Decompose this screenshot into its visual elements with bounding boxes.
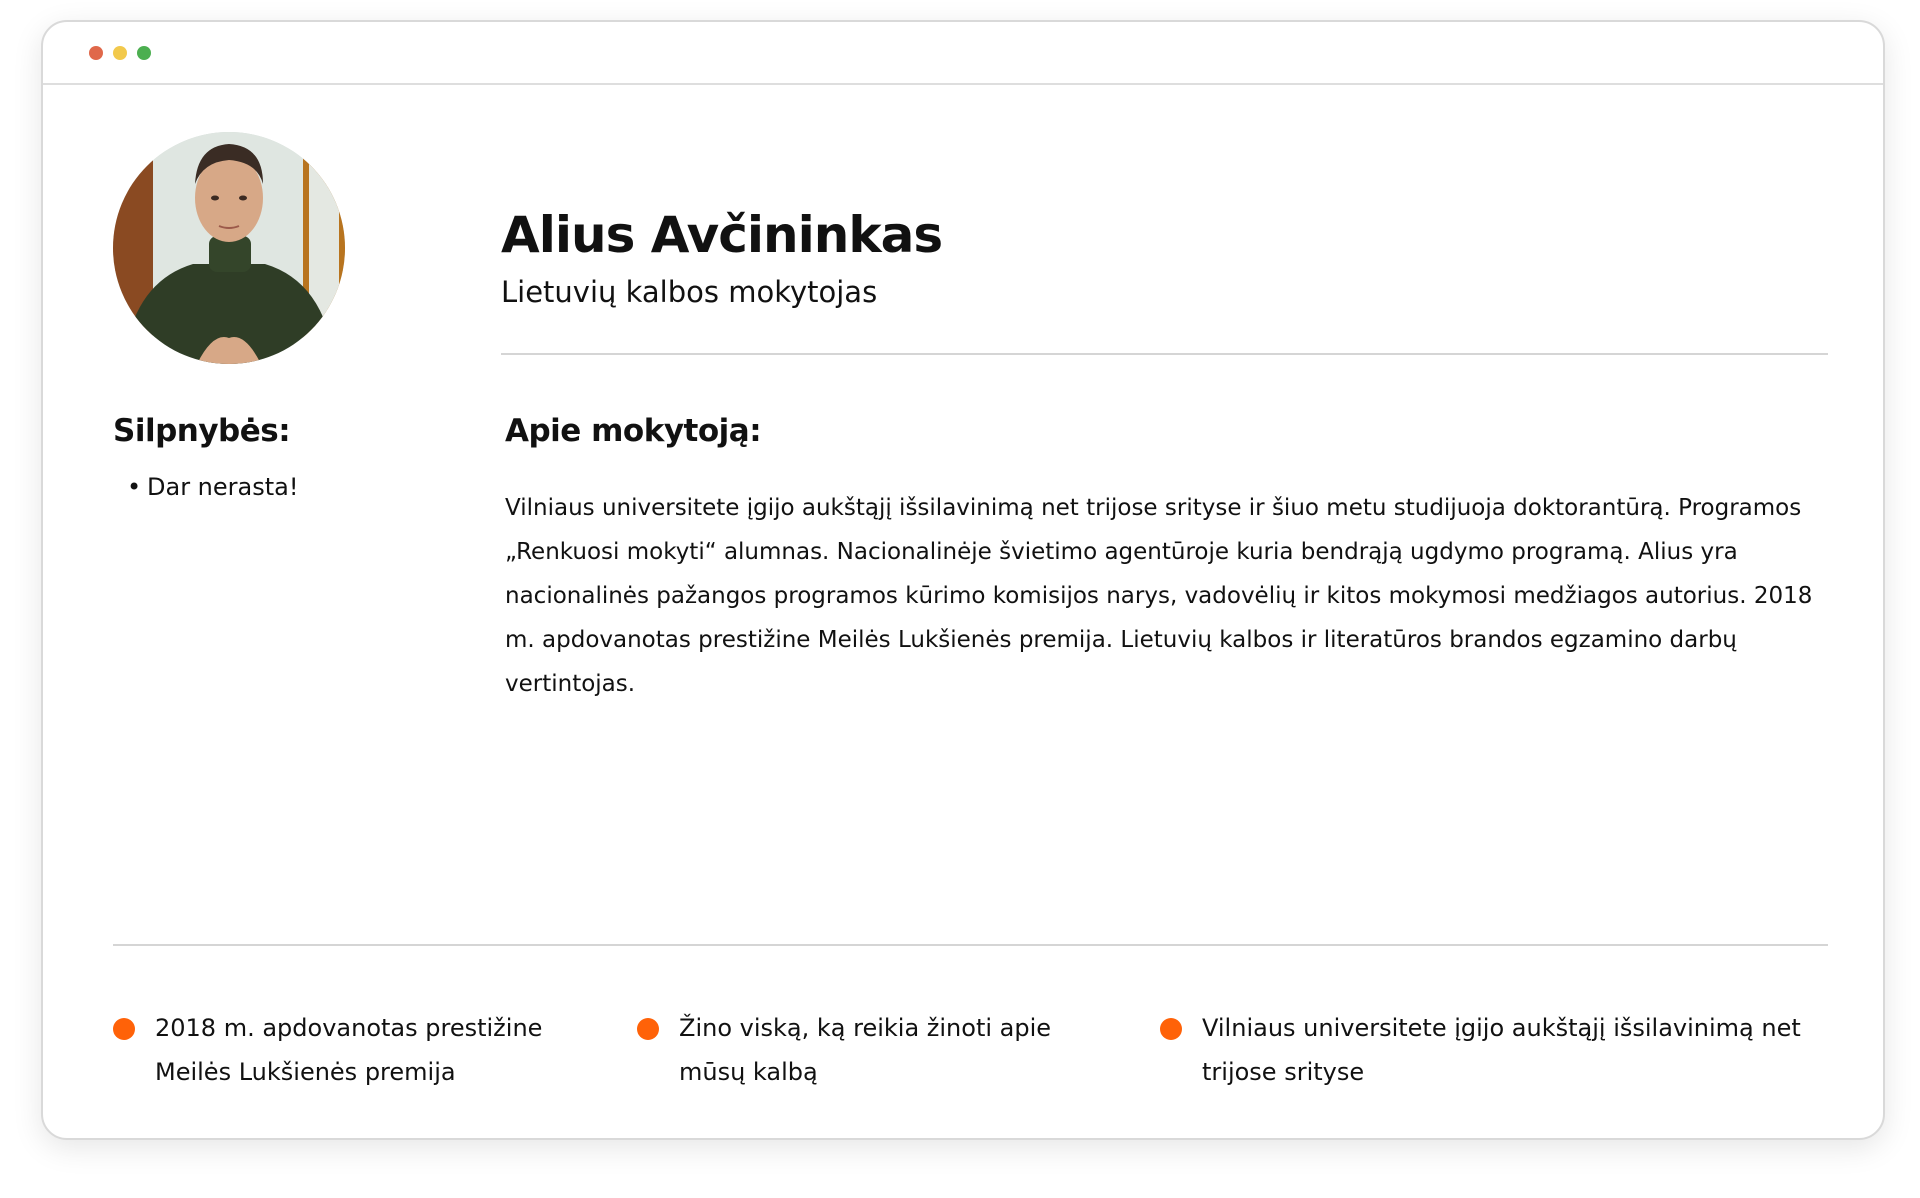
highlight-text: Žino viską, ką reikia žinoti apie mūsų k… — [679, 1014, 1052, 1086]
highlight-item: Žino viską, ką reikia žinoti apie mūsų k… — [637, 1006, 1099, 1094]
teacher-photo-icon — [113, 132, 345, 364]
weaknesses-title: Silpnybės: — [113, 413, 291, 449]
highlight-item: Vilniaus universitete įgijo aukštąjį išs… — [1160, 1006, 1842, 1094]
bullet-icon: • — [127, 473, 142, 501]
highlight-text: 2018 m. apdovanotas prestižine Meilės Lu… — [155, 1014, 543, 1086]
orange-dot-icon — [1160, 1018, 1182, 1040]
weakness-item: • Dar nerasta! — [127, 469, 298, 505]
window-maximize-dot[interactable] — [137, 46, 151, 60]
highlight-text: Vilniaus universitete įgijo aukštąjį išs… — [1202, 1014, 1801, 1086]
highlights-divider — [113, 944, 1828, 946]
weaknesses-list: • Dar nerasta! — [127, 469, 298, 505]
about-text: Vilniaus universitete įgijo aukštąjį išs… — [505, 495, 1813, 697]
teacher-name: Alius Avčininkas — [501, 206, 943, 264]
window-minimize-dot[interactable] — [113, 46, 127, 60]
window-close-dot[interactable] — [89, 46, 103, 60]
highlight-item: 2018 m. apdovanotas prestižine Meilės Lu… — [113, 1006, 575, 1094]
orange-dot-icon — [637, 1018, 659, 1040]
teacher-role: Lietuvių kalbos mokytojas — [501, 275, 878, 309]
header-divider — [501, 353, 1828, 355]
about-title: Apie mokytoją: — [505, 413, 762, 449]
orange-dot-icon — [113, 1018, 135, 1040]
weakness-item-text: Dar nerasta! — [147, 473, 299, 501]
profile-card-window: Alius Avčininkas Lietuvių kalbos mokytoj… — [41, 20, 1885, 1140]
teacher-avatar — [113, 132, 345, 364]
window-titlebar — [43, 22, 1883, 85]
